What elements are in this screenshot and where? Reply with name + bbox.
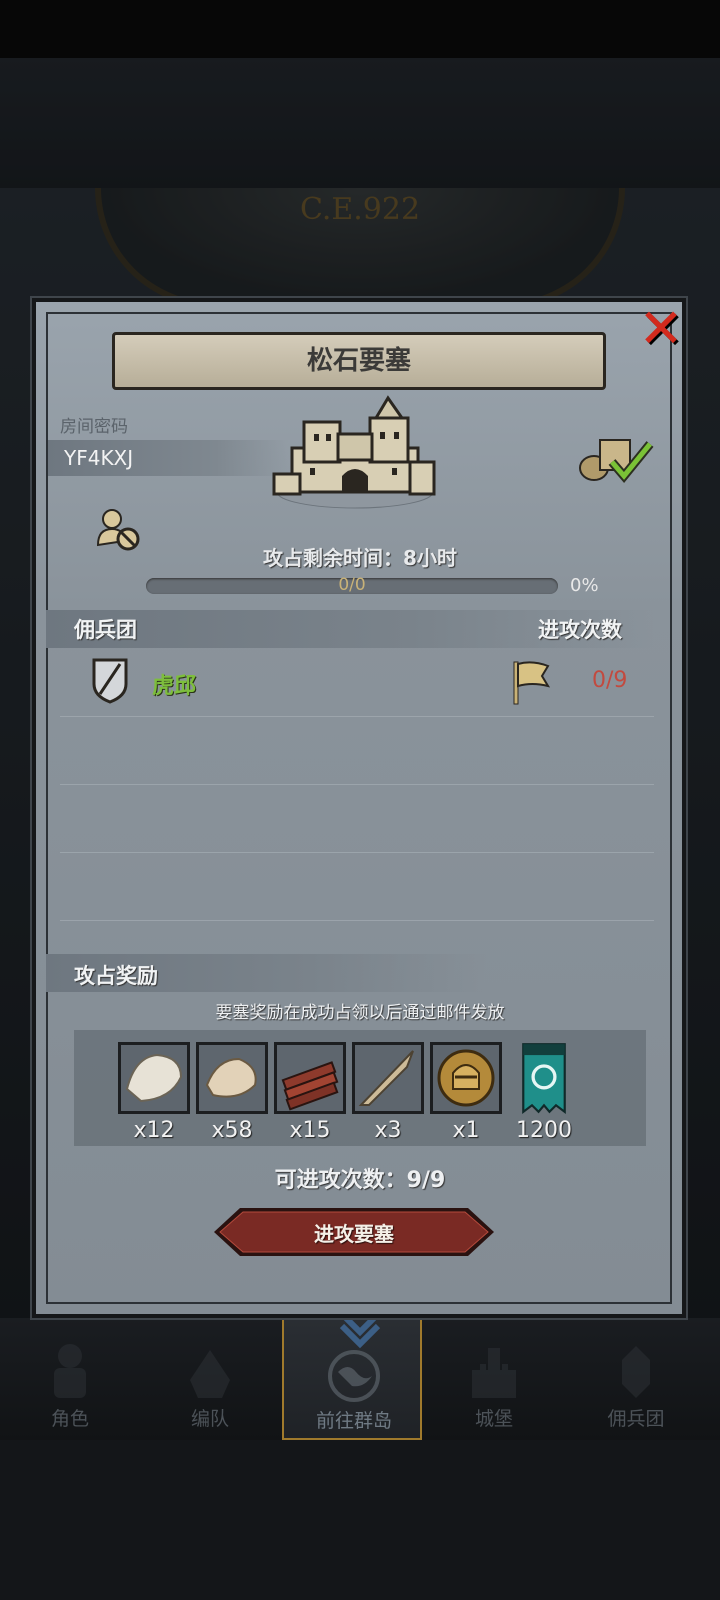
mercenary-attack-count: 0/9 bbox=[592, 668, 628, 693]
reward-qty: x1 bbox=[452, 1118, 480, 1143]
horn-icon bbox=[358, 1050, 414, 1106]
divider bbox=[60, 920, 654, 921]
divider bbox=[60, 852, 654, 853]
knight-helmet-coin-icon bbox=[437, 1049, 495, 1107]
fortress-icon bbox=[272, 395, 436, 509]
dialog-title: 松石要塞 bbox=[112, 332, 606, 390]
occupy-timer: 攻占剩余时间：8小时 bbox=[263, 546, 457, 570]
reward-header: 攻占奖励 bbox=[74, 964, 158, 988]
globe-icon bbox=[328, 1350, 380, 1402]
nav-item-character[interactable]: 角色 bbox=[0, 1318, 140, 1440]
reward-qty: x3 bbox=[374, 1118, 402, 1143]
divider bbox=[60, 716, 654, 717]
room-code: YF4KXJ bbox=[64, 446, 134, 470]
white-fur-icon bbox=[125, 1053, 183, 1103]
nav-label: 佣兵团 bbox=[607, 1408, 665, 1430]
reward-item[interactable] bbox=[118, 1042, 190, 1114]
reward-item[interactable] bbox=[508, 1042, 580, 1114]
mercenary-icon bbox=[622, 1346, 650, 1398]
room-code-label: 房间密码 bbox=[60, 417, 128, 437]
reward-item[interactable] bbox=[430, 1042, 502, 1114]
banner-icon bbox=[522, 1043, 566, 1114]
attack-button-label: 进攻要塞 bbox=[314, 1222, 394, 1246]
divider bbox=[60, 784, 654, 785]
formation-icon bbox=[190, 1350, 230, 1398]
castle-icon bbox=[472, 1348, 516, 1398]
wood-planks-icon bbox=[281, 1061, 339, 1111]
shield-sword-icon bbox=[92, 658, 128, 704]
nav-label: 前往群岛 bbox=[315, 1410, 392, 1432]
bottom-area bbox=[0, 1440, 720, 1600]
reward-note: 要塞奖励在成功占领以后通过邮件发放 bbox=[215, 1003, 505, 1023]
reward-item[interactable] bbox=[196, 1042, 268, 1114]
supply-check-icon bbox=[579, 439, 654, 484]
no-user-icon bbox=[96, 509, 140, 551]
mercenary-header: 佣兵团 bbox=[74, 618, 137, 642]
reward-qty: x12 bbox=[133, 1118, 175, 1143]
close-button[interactable]: ✕ bbox=[636, 302, 686, 356]
nav-label: 城堡 bbox=[474, 1408, 513, 1430]
reward-qty: x15 bbox=[289, 1118, 331, 1143]
reward-qty: x58 bbox=[211, 1118, 253, 1143]
nav-item-castle[interactable]: 城堡 bbox=[424, 1318, 564, 1440]
reward-item[interactable] bbox=[352, 1042, 424, 1114]
progress-percent: 0% bbox=[570, 575, 599, 596]
nav-item-formation[interactable]: 编队 bbox=[140, 1318, 280, 1440]
close-icon: ✕ bbox=[638, 297, 684, 360]
flag-icon bbox=[513, 661, 551, 705]
progress-text: 0/0 bbox=[338, 575, 366, 595]
reward-item[interactable] bbox=[274, 1042, 346, 1114]
pelt-icon bbox=[205, 1057, 257, 1098]
mercenary-name: 虎邱 bbox=[152, 674, 197, 699]
nav-label: 编队 bbox=[190, 1408, 229, 1430]
nav-item-mercenary[interactable]: 佣兵团 bbox=[566, 1318, 706, 1440]
nav-label: 角色 bbox=[50, 1408, 89, 1430]
status-bar bbox=[0, 0, 720, 58]
reward-qty: 1200 bbox=[516, 1118, 572, 1143]
attacks-left: 可进攻次数：9/9 bbox=[274, 1168, 446, 1193]
attack-count-header: 进攻次数 bbox=[538, 618, 622, 642]
character-icon bbox=[54, 1344, 86, 1398]
